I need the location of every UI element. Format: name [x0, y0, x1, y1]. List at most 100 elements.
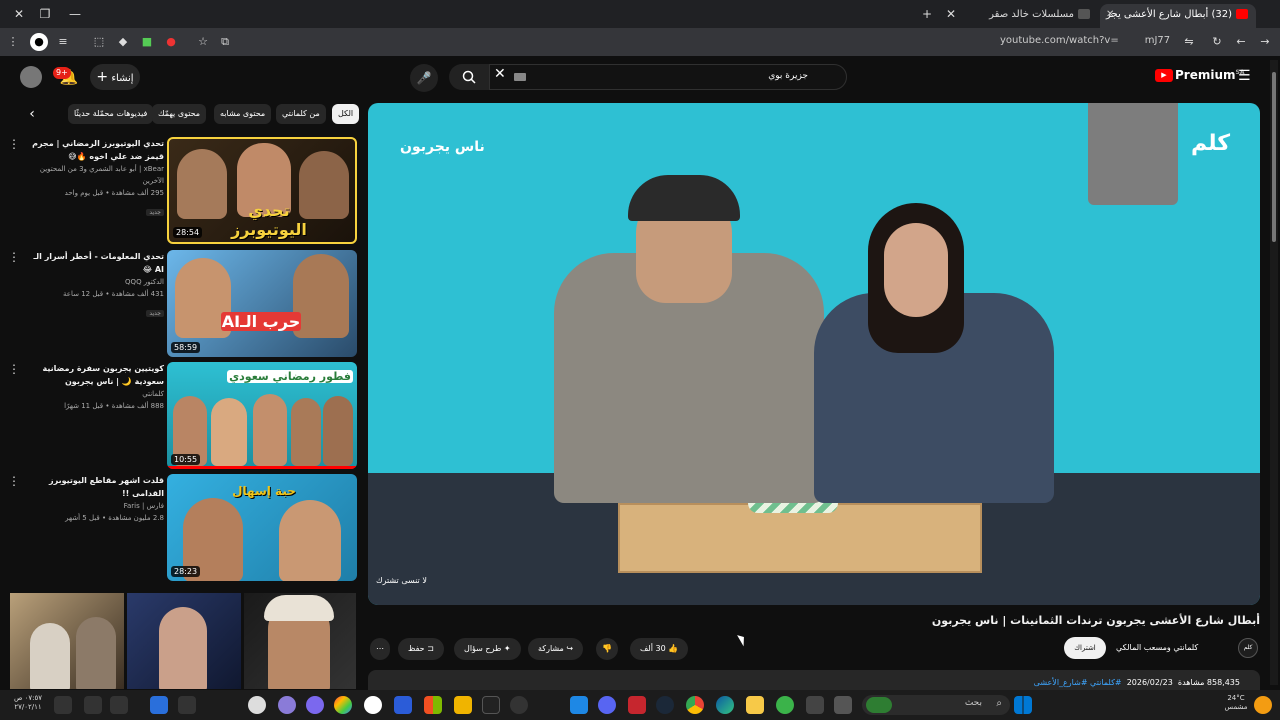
store-icon[interactable]	[806, 696, 824, 714]
chip-from-channel[interactable]: من كلمانتي	[276, 104, 326, 124]
close-tab-icon[interactable]: ✕	[940, 4, 962, 24]
tab-active[interactable]: (32) أبطال شارع الأعشى يجر ✕	[1100, 4, 1256, 28]
minimize-window-icon[interactable]: —	[64, 4, 86, 24]
discord-icon[interactable]	[598, 696, 616, 714]
video-title[interactable]: كويتيين يجربون سفرة رمضانية سعودية 🌙 | ن…	[26, 362, 164, 388]
video-tile-thumbnail[interactable]	[10, 593, 124, 689]
app-icon[interactable]	[628, 696, 646, 714]
hashtags[interactable]: #كلمانتي #شارع_الأعشى	[1034, 678, 1122, 687]
weather-widget[interactable]: 24°C مشمس	[1216, 694, 1256, 712]
outlook-icon[interactable]	[570, 696, 588, 714]
page-scrollbar[interactable]	[1270, 60, 1278, 685]
site-settings-icon[interactable]: ⇋	[1180, 33, 1198, 51]
channel-name[interactable]: كلمانتي	[26, 388, 164, 400]
app-icon[interactable]	[334, 696, 352, 714]
edge-icon[interactable]	[716, 696, 734, 714]
reload-icon[interactable]: ↻	[1208, 33, 1226, 51]
chrome-icon[interactable]	[686, 696, 704, 714]
video-tile-thumbnail[interactable]	[244, 593, 356, 689]
new-tab-icon[interactable]: +	[916, 4, 938, 24]
dislike-button[interactable]: 👎	[596, 638, 618, 660]
video-title[interactable]: قلدت اشهر مقاطع اليوتيوبرز القدامى !!	[26, 474, 164, 500]
video-tile-thumbnail[interactable]	[127, 593, 241, 689]
chip-all[interactable]: الكل	[332, 104, 360, 124]
menu-dots-icon[interactable]: ⋮	[4, 33, 22, 51]
chip-similar[interactable]: محتوى مشابه	[214, 104, 272, 124]
task-view-icon[interactable]	[834, 696, 852, 714]
more-actions-button[interactable]: ⋯	[370, 638, 390, 660]
like-button[interactable]: 👍 30 ألف	[630, 638, 689, 660]
windows-start-icon[interactable]	[1014, 696, 1032, 714]
video-title[interactable]: تحدي اليوتيوبرز الرمضاني | مجرم قيمز ضد …	[26, 137, 164, 163]
address-bar[interactable]: youtube.com/watch?v= mJ77s	[1000, 35, 1170, 46]
adblock-icon[interactable]: ●	[162, 33, 180, 51]
guide-menu-icon[interactable]: ☰	[1238, 68, 1251, 84]
channel-avatar[interactable]: كلم	[1238, 638, 1258, 658]
app-icon[interactable]	[364, 696, 382, 714]
app-icon[interactable]	[510, 696, 528, 714]
office-icon[interactable]	[424, 696, 442, 714]
youtube-premium-logo[interactable]: ▶ PremiumSA	[1155, 68, 1244, 82]
video-thumbnail[interactable]: حبة إسهال 28:23	[167, 474, 357, 581]
app-icon[interactable]	[394, 696, 412, 714]
scrollbar-thumb[interactable]	[1272, 72, 1276, 242]
extension-icon[interactable]: ■	[138, 33, 156, 51]
recommendation-item[interactable]: حرب الـAI 58:59 تحدي المعلومات - أخطر أس…	[8, 250, 360, 358]
network-icon[interactable]	[84, 696, 102, 714]
video-thumbnail[interactable]: حرب الـAI 58:59	[167, 250, 357, 357]
epic-games-icon[interactable]	[482, 696, 500, 714]
extension-icon[interactable]: ◆	[114, 33, 132, 51]
file-explorer-icon[interactable]	[746, 696, 764, 714]
app-icon[interactable]	[306, 696, 324, 714]
close-window-icon[interactable]: ✕	[8, 4, 30, 24]
tab-inactive[interactable]: مسلسلات خالد صقر	[980, 4, 1098, 28]
volume-icon[interactable]	[110, 696, 128, 714]
taskbar-search-input[interactable]: بحث ⌕	[862, 695, 1010, 715]
restore-window-icon[interactable]: ❐	[34, 4, 56, 24]
more-options-icon[interactable]: ⋮	[8, 474, 20, 488]
steam-icon[interactable]	[656, 696, 674, 714]
close-tab-icon[interactable]: ✕	[1106, 4, 1114, 26]
channel-name[interactable]: الدكتور QQQ	[26, 276, 164, 288]
system-clock[interactable]: ٠٧:٥٧ ص ٢٧/٠٢/١١	[8, 694, 48, 712]
bookmark-star-icon[interactable]: ☆	[194, 33, 212, 51]
voice-search-mic-icon[interactable]: 🎤	[410, 64, 438, 92]
chip-recent[interactable]: فيديوهات محمّلة حديثًا	[68, 104, 154, 124]
chevron-left-icon[interactable]: ‹	[22, 104, 42, 124]
recommendation-item[interactable]: تحدي اليوتيوبرز 28:54 تحدي اليوتيوبرز ال…	[8, 137, 360, 245]
app-icon[interactable]	[776, 696, 794, 714]
channel-name[interactable]: فارس | Faris	[26, 500, 164, 512]
profile-icon[interactable]: ●	[30, 33, 48, 51]
search-input[interactable]: ✕ جزيرة بوي	[489, 64, 847, 90]
tray-chevron-icon[interactable]	[178, 696, 196, 714]
channel-name[interactable]: كلمانتي ومسعب المالكي	[1116, 643, 1198, 652]
app-icon[interactable]	[248, 696, 266, 714]
chip-for-you[interactable]: محتوى يهمّك	[152, 104, 207, 124]
video-thumbnail[interactable]: فطور رمضاني سعودي 10:55	[167, 362, 357, 469]
account-avatar[interactable]	[20, 66, 42, 88]
app-icon[interactable]	[454, 696, 472, 714]
ask-button[interactable]: ✦ طرح سؤال	[454, 638, 521, 660]
more-options-icon[interactable]: ⋮	[8, 137, 20, 151]
video-thumbnail[interactable]: تحدي اليوتيوبرز 28:54	[167, 137, 357, 244]
recommendation-item[interactable]: حبة إسهال 28:23 قلدت اشهر مقاطع اليوتيوب…	[8, 474, 360, 582]
video-player[interactable]: ناس يجربون كلم لا تنسى تشترك	[368, 103, 1260, 605]
create-button[interactable]: + إنشاء	[90, 64, 140, 90]
tray-icon[interactable]	[54, 696, 72, 714]
extensions-icon[interactable]: ⬚	[90, 33, 108, 51]
video-title[interactable]: تحدي المعلومات - أخطر أسرار الـ AI 😂	[26, 250, 164, 276]
subscribe-button[interactable]: اشتراك	[1064, 637, 1106, 659]
search-button[interactable]	[449, 64, 489, 90]
page-info-icon[interactable]: ⧉	[216, 33, 234, 51]
back-icon[interactable]: →	[1256, 33, 1274, 51]
media-control-icon[interactable]: ≡	[54, 33, 72, 51]
channel-name[interactable]: xBear | أبو عابد الشمري و3 من المحتوين ا…	[26, 163, 164, 187]
forward-icon[interactable]: ←	[1232, 33, 1250, 51]
more-options-icon[interactable]: ⋮	[8, 362, 20, 376]
keyboard-icon[interactable]	[514, 73, 526, 81]
more-options-icon[interactable]: ⋮	[8, 250, 20, 264]
save-button[interactable]: ⊏ حفظ	[398, 638, 444, 660]
app-icon[interactable]	[150, 696, 168, 714]
share-button[interactable]: ↪ مشاركة	[528, 638, 584, 660]
clear-search-icon[interactable]: ✕	[494, 66, 506, 82]
